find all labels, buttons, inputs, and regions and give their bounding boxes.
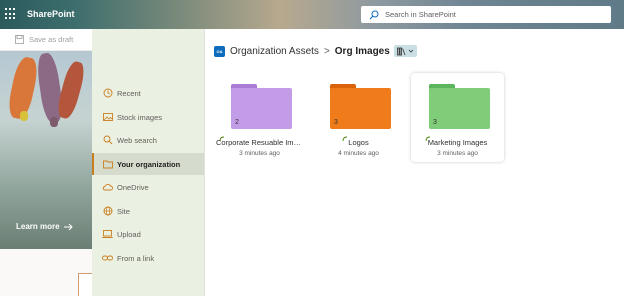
sidebar-item-label: OneDrive <box>117 182 149 192</box>
arrow-right-icon <box>63 223 73 230</box>
suite-header: SharePoint <box>0 0 624 29</box>
picker-content: OA Organization Assets > Org Images 2 Co… <box>205 29 624 296</box>
sidebar-item-onedrive[interactable]: OneDrive <box>92 176 204 198</box>
web-part-card <box>78 273 92 296</box>
sidebar-item-label: Your organization <box>117 159 181 169</box>
folder-item-count: 2 <box>235 119 239 126</box>
sidebar-item-web-search[interactable]: Web search <box>92 129 204 151</box>
sidebar-item-from-a-link[interactable]: From a link <box>92 247 204 269</box>
sidebar-item-label: Site <box>117 206 130 216</box>
breadcrumb: OA Organization Assets > Org Images <box>214 44 417 58</box>
breadcrumb-separator: > <box>323 45 330 57</box>
sidebar-item-your-organization[interactable]: Your organization <box>92 153 204 175</box>
folder-icon <box>102 159 113 170</box>
search-icon <box>102 135 113 146</box>
library-view-icon <box>396 47 406 55</box>
cloud-icon <box>102 182 113 193</box>
save-as-draft-button[interactable]: Save as draft <box>15 35 73 44</box>
app-name[interactable]: SharePoint <box>27 9 75 19</box>
library-icon: OA <box>214 45 225 57</box>
folder-tile[interactable]: 3 Logos 4 minutes ago <box>312 73 405 162</box>
folder-icon: 3 <box>429 84 490 129</box>
breadcrumb-current: Org Images <box>334 45 390 57</box>
breadcrumb-parent[interactable]: Organization Assets <box>230 46 319 57</box>
link-icon <box>102 253 113 264</box>
app-launcher-icon[interactable] <box>5 8 17 20</box>
search-input[interactable] <box>385 10 585 19</box>
folder-name: Corporate Resuable Ima... <box>216 138 304 147</box>
search-box[interactable] <box>361 6 611 23</box>
laptop-icon <box>102 229 113 240</box>
folder-tile[interactable]: 2 Corporate Resuable Ima... 3 minutes ag… <box>213 73 306 162</box>
folder-icon: 3 <box>330 84 391 129</box>
learn-more-link[interactable]: Learn more <box>16 222 73 231</box>
folder-modified: 3 minutes ago <box>239 150 280 157</box>
sidebar-item-upload[interactable]: Upload <box>92 223 204 245</box>
folder-name: Logos <box>348 138 369 147</box>
folder-modified: 3 minutes ago <box>437 150 478 157</box>
folder-tile[interactable]: 3 Marketing Images 3 minutes ago <box>411 73 504 162</box>
folder-item-count: 3 <box>334 119 338 126</box>
view-switcher-button[interactable] <box>393 45 417 57</box>
save-as-draft-label: Save as draft <box>29 35 74 44</box>
hero-image <box>0 51 92 249</box>
folder-modified: 4 minutes ago <box>338 150 379 157</box>
picker-sidebar: Recent Stock images Web search Your orga… <box>92 29 205 296</box>
sidebar-item-label: From a link <box>117 253 155 263</box>
sidebar-item-site[interactable]: Site <box>92 200 204 222</box>
folder-name: Marketing Images <box>427 138 488 147</box>
folder-icon: 2 <box>231 84 292 129</box>
chevron-down-icon <box>408 49 414 53</box>
image-icon <box>102 112 113 123</box>
search-icon <box>369 10 379 19</box>
clock-icon <box>102 88 113 99</box>
folder-item-count: 3 <box>433 119 437 126</box>
save-icon <box>15 35 24 44</box>
globe-icon <box>102 206 113 217</box>
learn-more-label: Learn more <box>16 222 60 231</box>
sidebar-item-label: Web search <box>117 135 157 145</box>
sidebar-item-label: Stock images <box>117 112 163 122</box>
sidebar-item-recent[interactable]: Recent <box>92 82 204 104</box>
sidebar-item-stock-images[interactable]: Stock images <box>92 106 204 128</box>
sidebar-item-label: Upload <box>117 229 141 239</box>
sidebar-item-label: Recent <box>117 88 141 98</box>
